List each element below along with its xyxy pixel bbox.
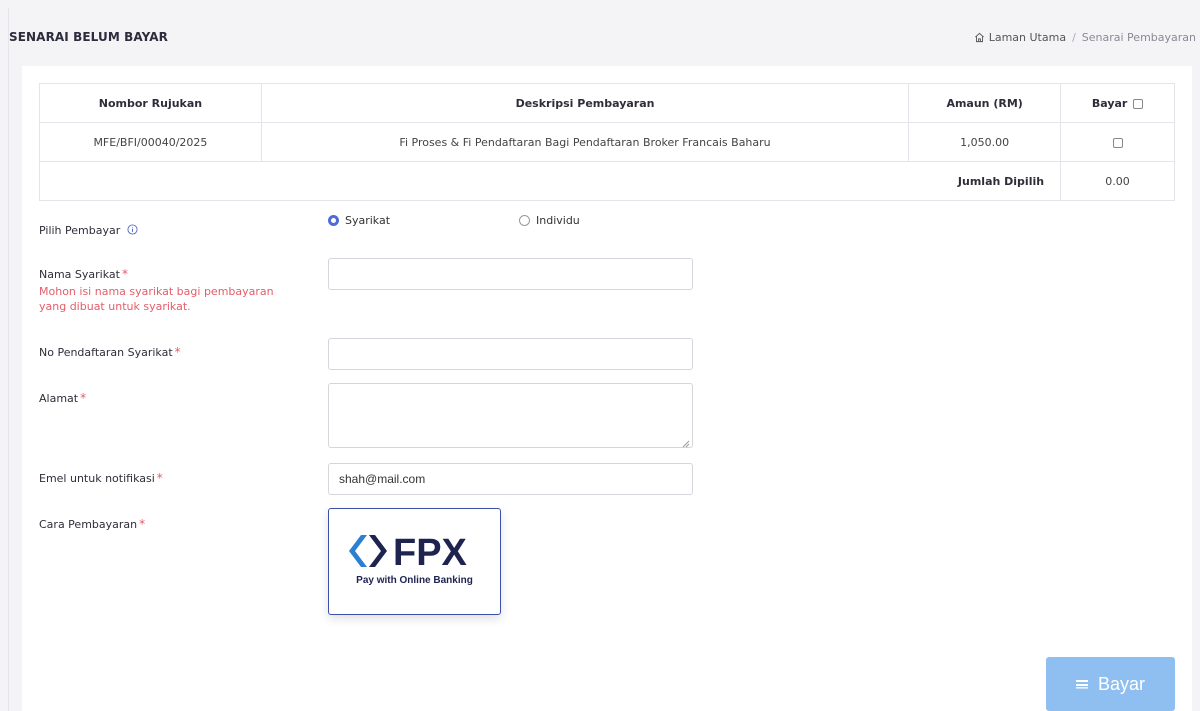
total-label: Jumlah Dipilih — [38, 161, 1062, 201]
fpx-payment-option[interactable]: FPX Pay with Online Banking — [328, 508, 501, 615]
email-label: Emel untuk notifikasi — [39, 472, 155, 485]
fpx-subtitle: Pay with Online Banking — [356, 575, 473, 586]
column-header-pay: Bayar — [1060, 83, 1175, 123]
payer-label: Pilih Pembayar — [39, 224, 121, 237]
company-name-warning-2: yang dibuat untuk syarikat. — [39, 300, 191, 313]
select-all-checkbox[interactable] — [1133, 98, 1144, 109]
reg-no-label: No Pendaftaran Syarikat — [39, 346, 173, 359]
required-mark: * — [80, 391, 87, 405]
row-pay-cell — [1060, 122, 1175, 162]
fpx-logo: FPX — [347, 531, 487, 574]
bayar-button-label: Bayar — [1097, 673, 1146, 694]
company-name-row: Nama Syarikat * Mohon isi nama syarikat b… — [39, 267, 274, 314]
column-header-ref: Nombor Rujukan — [39, 83, 262, 123]
fpx-logo-text: FPX — [393, 532, 468, 571]
breadcrumb-current: Senarai Pembayaran — [1081, 30, 1196, 44]
info-icon[interactable] — [127, 224, 138, 235]
row-select-checkbox[interactable] — [1112, 137, 1123, 148]
total-row: Jumlah Dipilih 0.00 — [38, 161, 1175, 201]
row-ref: MFE/BFI/00040/2025 — [39, 122, 262, 162]
company-name-warning-1: Mohon isi nama syarikat bagi pembayaran — [39, 285, 274, 298]
page-title: SENARAI BELUM BAYAR — [9, 30, 169, 44]
required-mark: * — [156, 471, 163, 485]
radio-individual-label: Individu — [536, 214, 580, 227]
radio-company[interactable]: Syarikat — [328, 214, 390, 227]
address-label: Alamat — [39, 392, 79, 405]
radio-individual-dot[interactable] — [519, 215, 530, 226]
payment-table: Nombor Rujukan Deskripsi Pembayaran Amau… — [38, 83, 1175, 201]
breadcrumb-home[interactable]: Laman Utama — [989, 31, 1066, 44]
payment-icon — [1075, 679, 1088, 689]
table-header-row: Nombor Rujukan Deskripsi Pembayaran Amau… — [39, 83, 1175, 123]
company-name-input[interactable] — [328, 258, 693, 290]
row-amount: 1,050.00 — [908, 122, 1062, 162]
address-textarea[interactable] — [328, 383, 693, 448]
resize-grip-icon[interactable] — [682, 437, 690, 448]
email-row: Emel untuk notifikasi * — [39, 471, 163, 485]
payment-method-row: Cara Pembayaran * — [39, 517, 145, 531]
breadcrumb: Laman Utama / Senarai Pembayaran — [974, 31, 1200, 44]
column-header-amount: Amaun (RM) — [908, 83, 1062, 123]
radio-company-dot[interactable] — [328, 215, 339, 226]
reg-no-input[interactable] — [328, 338, 693, 370]
radio-company-label: Syarikat — [345, 214, 391, 227]
breadcrumb-separator: / — [1072, 30, 1076, 44]
company-name-label: Nama Syarikat — [39, 268, 120, 281]
payment-method-label: Cara Pembayaran — [39, 518, 138, 531]
table-row: MFE/BFI/00040/2025 Fi Proses & Fi Pendaf… — [39, 122, 1175, 162]
column-header-desc: Deskripsi Pembayaran — [260, 83, 910, 123]
column-header-pay-label: Bayar — [1091, 96, 1128, 110]
total-value: 0.00 — [1060, 161, 1175, 201]
row-desc: Fi Proses & Fi Pendaftaran Bagi Pendafta… — [260, 122, 910, 162]
payer-row: Pilih Pembayar — [39, 223, 138, 237]
required-mark: * — [174, 345, 181, 359]
payment-card: Nombor Rujukan Deskripsi Pembayaran Amau… — [22, 66, 1192, 711]
address-row: Alamat * — [39, 391, 86, 405]
home-icon[interactable] — [974, 32, 985, 43]
email-field[interactable]: shah@mail.com — [328, 463, 693, 495]
radio-individual[interactable]: Individu — [519, 214, 580, 227]
page-header: SENARAI BELUM BAYAR Laman Utama / Senara… — [8, 8, 1200, 66]
required-mark: * — [121, 267, 128, 281]
required-mark: * — [139, 517, 146, 531]
reg-no-row: No Pendaftaran Syarikat * — [39, 345, 181, 359]
bayar-button[interactable]: Bayar — [1046, 657, 1175, 711]
